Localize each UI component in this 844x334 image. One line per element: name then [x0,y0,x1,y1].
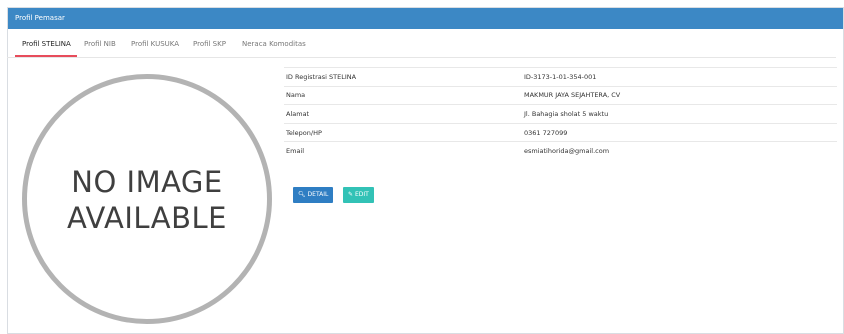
pencil-icon: ✎ [348,191,354,198]
search-icon: 🔍︎ [298,191,306,198]
no-image-text-line1: NO IMAGE [71,165,223,199]
tab-neraca-komoditas[interactable]: Neraca Komoditas [242,40,306,48]
row-label: Telepon/HP [286,128,322,137]
table-row: Email esmiatihorida@gmail.com [284,141,837,160]
row-label: Alamat [286,109,310,118]
row-value: MAKMUR JAYA SEJAHTERA, CV [524,91,621,100]
row-label: Email [286,147,305,156]
table-row: ID Registrasi STELINA ID-3173-1-01-354-0… [284,67,837,86]
panel-header: Profil Pemasar [8,8,843,29]
profile-info-table: ID Registrasi STELINA ID-3173-1-01-354-0… [284,67,837,160]
detail-button[interactable]: 🔍︎ DETAIL [293,187,334,203]
detail-button-label: DETAIL [307,191,329,198]
row-value: ID-3173-1-01-354-001 [524,72,597,81]
row-value: 0361 727099 [524,128,568,137]
edit-button[interactable]: ✎ EDIT [343,187,374,203]
edit-button-label: EDIT [354,191,369,198]
row-value: Jl. Bahagia sholat 5 waktu [524,109,609,118]
profile-photo-placeholder: NO IMAGE AVAILABLE [22,74,272,324]
row-label: ID Registrasi STELINA [286,72,357,81]
row-value: esmiatihorida@gmail.com [524,147,610,156]
tab-profil-skp[interactable]: Profil SKP [193,40,226,48]
table-row: Alamat Jl. Bahagia sholat 5 waktu [284,104,837,123]
table-row: Telepon/HP 0361 727099 [284,122,837,142]
no-image-text-line2: AVAILABLE [67,201,227,235]
tab-profil-stelina[interactable]: Profil STELINA [22,40,71,48]
tab-profil-kusuka[interactable]: Profil KUSUKA [131,40,179,48]
tab-bar: Profil STELINA Profil NIB Profil KUSUKA … [7,28,836,58]
active-tab-indicator [15,55,77,57]
row-label: Nama [286,91,306,100]
tab-profil-nib[interactable]: Profil NIB [84,40,116,48]
table-row: Nama MAKMUR JAYA SEJAHTERA, CV [284,85,837,105]
